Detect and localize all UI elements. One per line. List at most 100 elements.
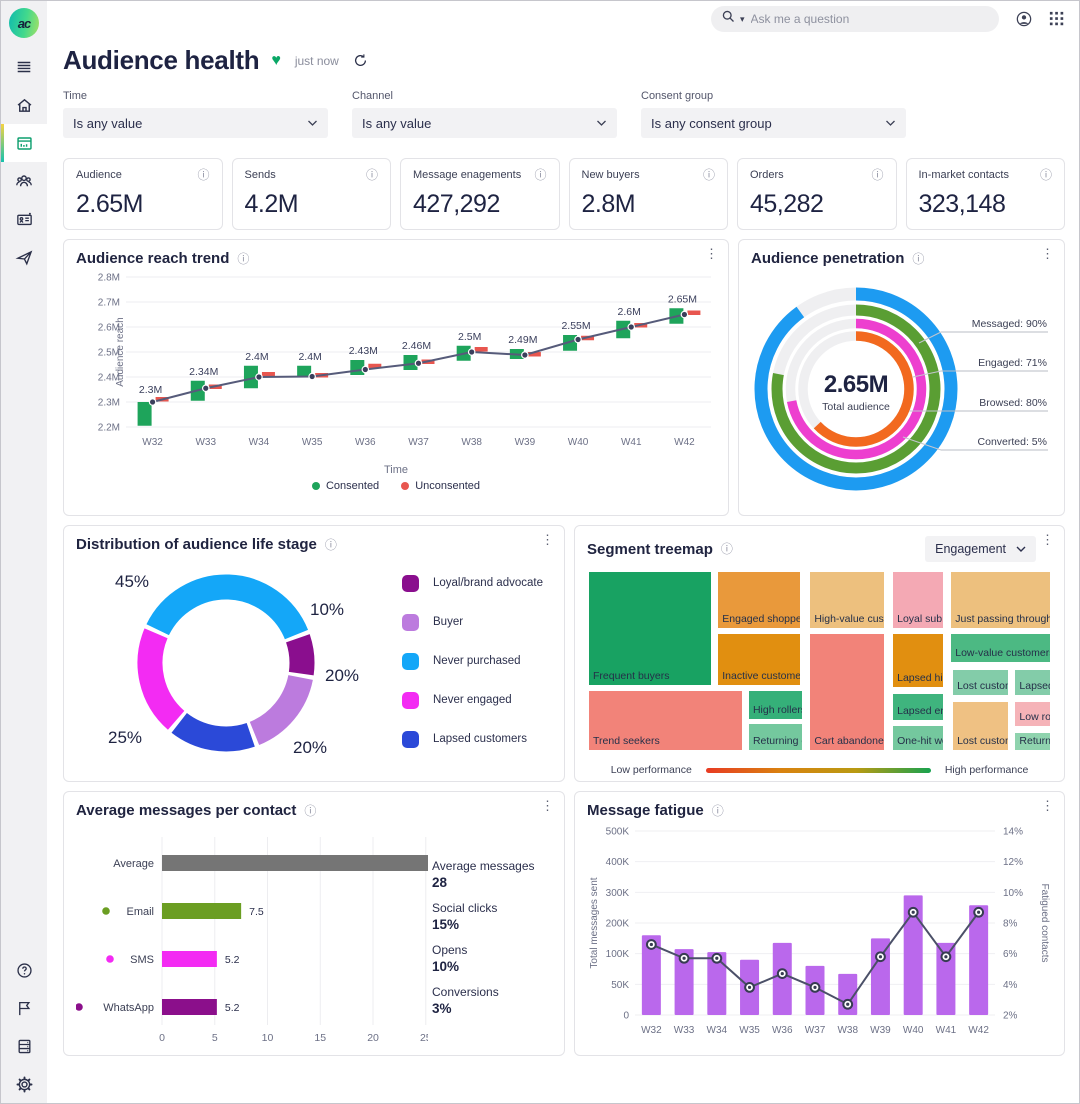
favorite-heart-icon[interactable]: ♥	[271, 52, 281, 70]
info-icon[interactable]: ⓘ	[703, 169, 715, 181]
hbar-whatsapp[interactable]	[162, 999, 217, 1015]
treemap-tile-lapsed-ent-[interactable]: Lapsed ent...	[891, 692, 944, 722]
treemap-tile-low-rol-[interactable]: Low rol...	[1013, 700, 1052, 728]
sidebar-item-reports[interactable]	[1, 124, 47, 162]
reach-point-W39[interactable]	[522, 352, 528, 358]
reach-point-W37[interactable]	[415, 360, 421, 366]
kpi-header: New buyersⓘ	[582, 169, 716, 181]
kpi-card[interactable]: Message enagementsⓘ427,292	[400, 158, 560, 230]
account-icon[interactable]	[1015, 10, 1033, 28]
kebab-menu-icon[interactable]: ⋮	[1041, 798, 1054, 814]
legend-item: Never engaged	[402, 692, 543, 709]
info-icon[interactable]: ⓘ	[712, 805, 724, 817]
sidebar-item-data[interactable]	[1, 1027, 47, 1065]
callout-label[interactable]: Engaged: 71%	[978, 357, 1047, 369]
kebab-menu-icon[interactable]: ⋮	[541, 532, 554, 548]
hbar-average[interactable]	[162, 855, 428, 871]
callout-label[interactable]: Browsed: 80%	[979, 397, 1047, 409]
treemap-tile-frequent-buyers[interactable]: Frequent buyers	[587, 570, 713, 687]
treemap-tile-lost-custom-[interactable]: Lost custom...	[951, 668, 1010, 698]
refresh-icon[interactable]	[353, 53, 368, 68]
sidebar-item-help[interactable]	[1, 951, 47, 989]
treemap-tile-low-value-customers[interactable]: Low-value customers	[949, 632, 1052, 665]
search-input[interactable]	[749, 11, 989, 27]
slice-loyal-brand-advocate[interactable]	[298, 638, 302, 673]
unconsented-mark-W34[interactable]	[262, 372, 275, 377]
info-icon[interactable]: ⓘ	[721, 543, 733, 555]
kpi-card[interactable]: Ordersⓘ45,282	[737, 158, 897, 230]
slice-never-engaged[interactable]	[150, 633, 176, 720]
info-icon[interactable]: ⓘ	[534, 169, 546, 181]
slice-lapsed-customers[interactable]	[179, 723, 251, 739]
info-icon[interactable]: ⓘ	[1040, 169, 1052, 181]
treemap-tile-returni-[interactable]: Returni...	[1013, 731, 1052, 752]
sidebar-item-deals[interactable]	[1, 200, 47, 238]
reach-point-W41[interactable]	[628, 324, 634, 330]
treemap-tile-lapsed-[interactable]: Lapsed...	[1013, 668, 1052, 698]
kebab-menu-icon[interactable]: ⋮	[1041, 532, 1054, 548]
reach-point-W40[interactable]	[575, 336, 581, 342]
info-icon[interactable]: ⓘ	[237, 253, 249, 265]
kpi-card[interactable]: In-market contactsⓘ323,148	[906, 158, 1066, 230]
reach-point-W38[interactable]	[468, 349, 474, 355]
treemap-tile-engaged-shoppers[interactable]: Engaged shoppers	[716, 570, 802, 630]
kebab-menu-icon[interactable]: ⋮	[705, 246, 718, 262]
info-icon[interactable]: ⓘ	[325, 539, 337, 551]
kpi-card[interactable]: New buyersⓘ2.8M	[569, 158, 729, 230]
app-logo[interactable]: ac	[9, 8, 39, 38]
search-scope-caret-icon[interactable]: ▾	[740, 14, 745, 25]
filter-dropdown[interactable]: Is any value	[352, 108, 617, 138]
treemap-tile-inactive-customers[interactable]: Inactive customers	[716, 632, 802, 688]
stat-average-messages: Average messages28	[432, 859, 550, 890]
menu-button[interactable]	[1, 48, 47, 86]
treemap-tile-one-hit-wo-[interactable]: One-hit wo...	[891, 724, 944, 752]
search-bar[interactable]: ▾	[711, 6, 999, 32]
hbar-email[interactable]	[162, 903, 241, 919]
treemap-tile-trend-seekers[interactable]: Trend seekers	[587, 689, 744, 752]
sidebar-item-flags[interactable]	[1, 989, 47, 1027]
reach-point-W32[interactable]	[149, 399, 155, 405]
unconsented-mark-W38[interactable]	[475, 347, 488, 352]
info-icon[interactable]: ⓘ	[366, 169, 378, 181]
info-icon[interactable]: ⓘ	[871, 169, 883, 181]
treemap-tile-loyal-sub-[interactable]: Loyal sub...	[891, 570, 944, 630]
info-icon[interactable]: ⓘ	[197, 169, 209, 181]
apps-grid-icon[interactable]	[1049, 11, 1065, 27]
sidebar: ac	[1, 1, 47, 1103]
kebab-menu-icon[interactable]: ⋮	[1041, 246, 1054, 262]
treemap-tile-cart-abandoners[interactable]: Cart abandoners	[808, 632, 886, 752]
unconsented-mark-W42[interactable]	[687, 311, 700, 316]
fatigue-bar-W39[interactable]	[871, 938, 890, 1015]
kpi-card[interactable]: Sendsⓘ4.2M	[232, 158, 392, 230]
info-icon[interactable]: ⓘ	[304, 805, 316, 817]
sidebar-item-contacts[interactable]	[1, 162, 47, 200]
filter-dropdown[interactable]: Is any consent group	[641, 108, 906, 138]
reach-point-W35[interactable]	[309, 373, 315, 379]
hbar-sms[interactable]	[162, 951, 217, 967]
reach-point-W42[interactable]	[681, 311, 687, 317]
kpi-card[interactable]: Audienceⓘ2.65M	[63, 158, 223, 230]
sidebar-item-campaigns[interactable]	[1, 238, 47, 276]
filter-value: Is any value	[362, 116, 431, 131]
kebab-menu-icon[interactable]: ⋮	[541, 798, 554, 814]
consented-bar-W32[interactable]	[138, 402, 152, 426]
filter-dropdown[interactable]: Is any value	[63, 108, 328, 138]
treemap-tile-lost-customers[interactable]: Lost customers	[951, 700, 1010, 752]
callout-label[interactable]: Converted: 5%	[978, 436, 1047, 448]
reach-point-W33[interactable]	[203, 385, 209, 391]
treemap-tile-just-passing-throughs[interactable]: Just passing throughs	[949, 570, 1052, 630]
reach-point-W36[interactable]	[362, 366, 368, 372]
treemap-tile-returning-c-[interactable]: Returning c...	[747, 722, 804, 752]
treemap-tile-lapsed-hig-[interactable]: Lapsed hig...	[891, 632, 944, 690]
info-icon[interactable]: ⓘ	[912, 253, 924, 265]
treemap-tile-high-value-custo-[interactable]: High-value custo...	[808, 570, 886, 630]
slice-never-purchased[interactable]	[158, 587, 297, 635]
callout-label[interactable]: Messaged: 90%	[972, 318, 1047, 330]
sidebar-item-home[interactable]	[1, 86, 47, 124]
sidebar-item-settings[interactable]	[1, 1065, 47, 1103]
kpi-label: Audience	[76, 169, 122, 181]
slice-buyer[interactable]	[254, 678, 300, 734]
engagement-dropdown[interactable]: Engagement	[925, 536, 1036, 562]
reach-point-W34[interactable]	[256, 374, 262, 380]
treemap-tile-high-rollers[interactable]: High rollers	[747, 689, 804, 721]
